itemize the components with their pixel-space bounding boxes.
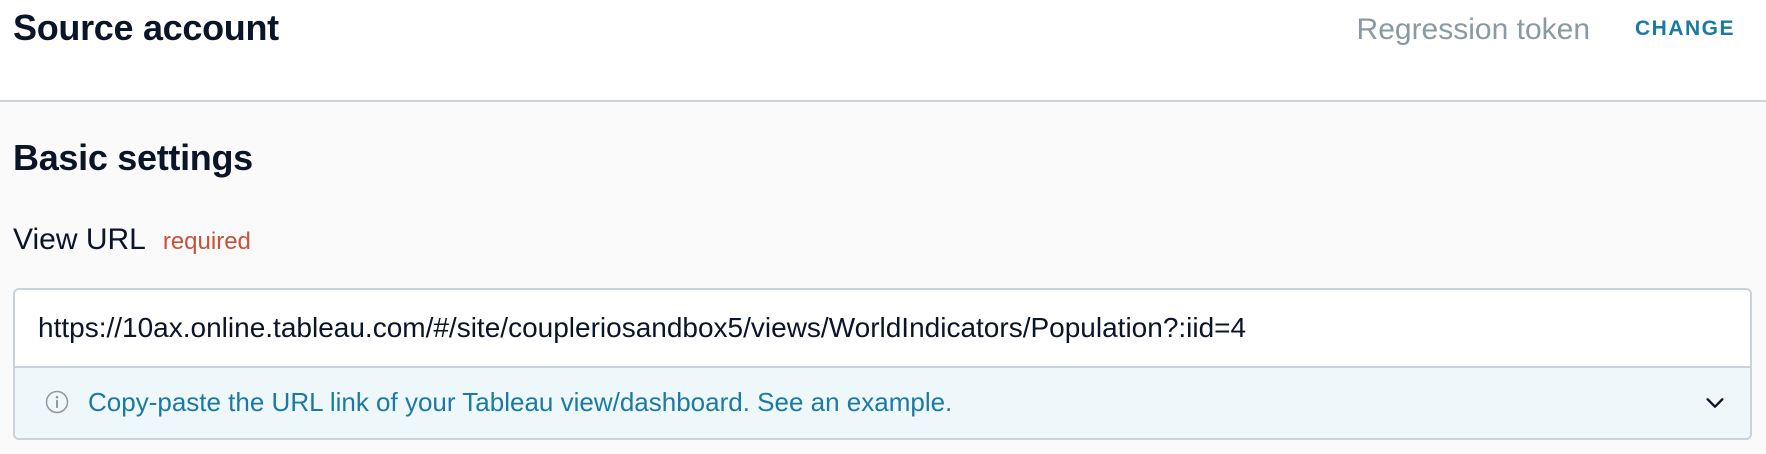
view-url-field: Copy-paste the URL link of your Tableau …: [13, 288, 1752, 440]
account-name: Regression token: [1356, 13, 1590, 46]
view-url-hint-text: Copy-paste the URL link of your Tableau …: [88, 387, 953, 417]
required-tag: required: [162, 228, 251, 255]
view-url-input[interactable]: [15, 290, 1750, 366]
source-account-title: Source account: [13, 7, 279, 48]
view-url-label: View URL: [13, 223, 146, 256]
chevron-down-icon[interactable]: [1704, 392, 1726, 414]
view-url-label-row: View URL required: [13, 222, 251, 258]
basic-settings-section: Basic settings View URL required Copy-pa…: [0, 102, 1766, 454]
info-icon: [45, 390, 69, 414]
source-account-header: Source account Regression token CHANGE: [0, 0, 1766, 102]
basic-settings-title: Basic settings: [13, 137, 253, 178]
view-url-hint[interactable]: Copy-paste the URL link of your Tableau …: [15, 366, 1750, 438]
change-button[interactable]: CHANGE: [1635, 14, 1735, 44]
